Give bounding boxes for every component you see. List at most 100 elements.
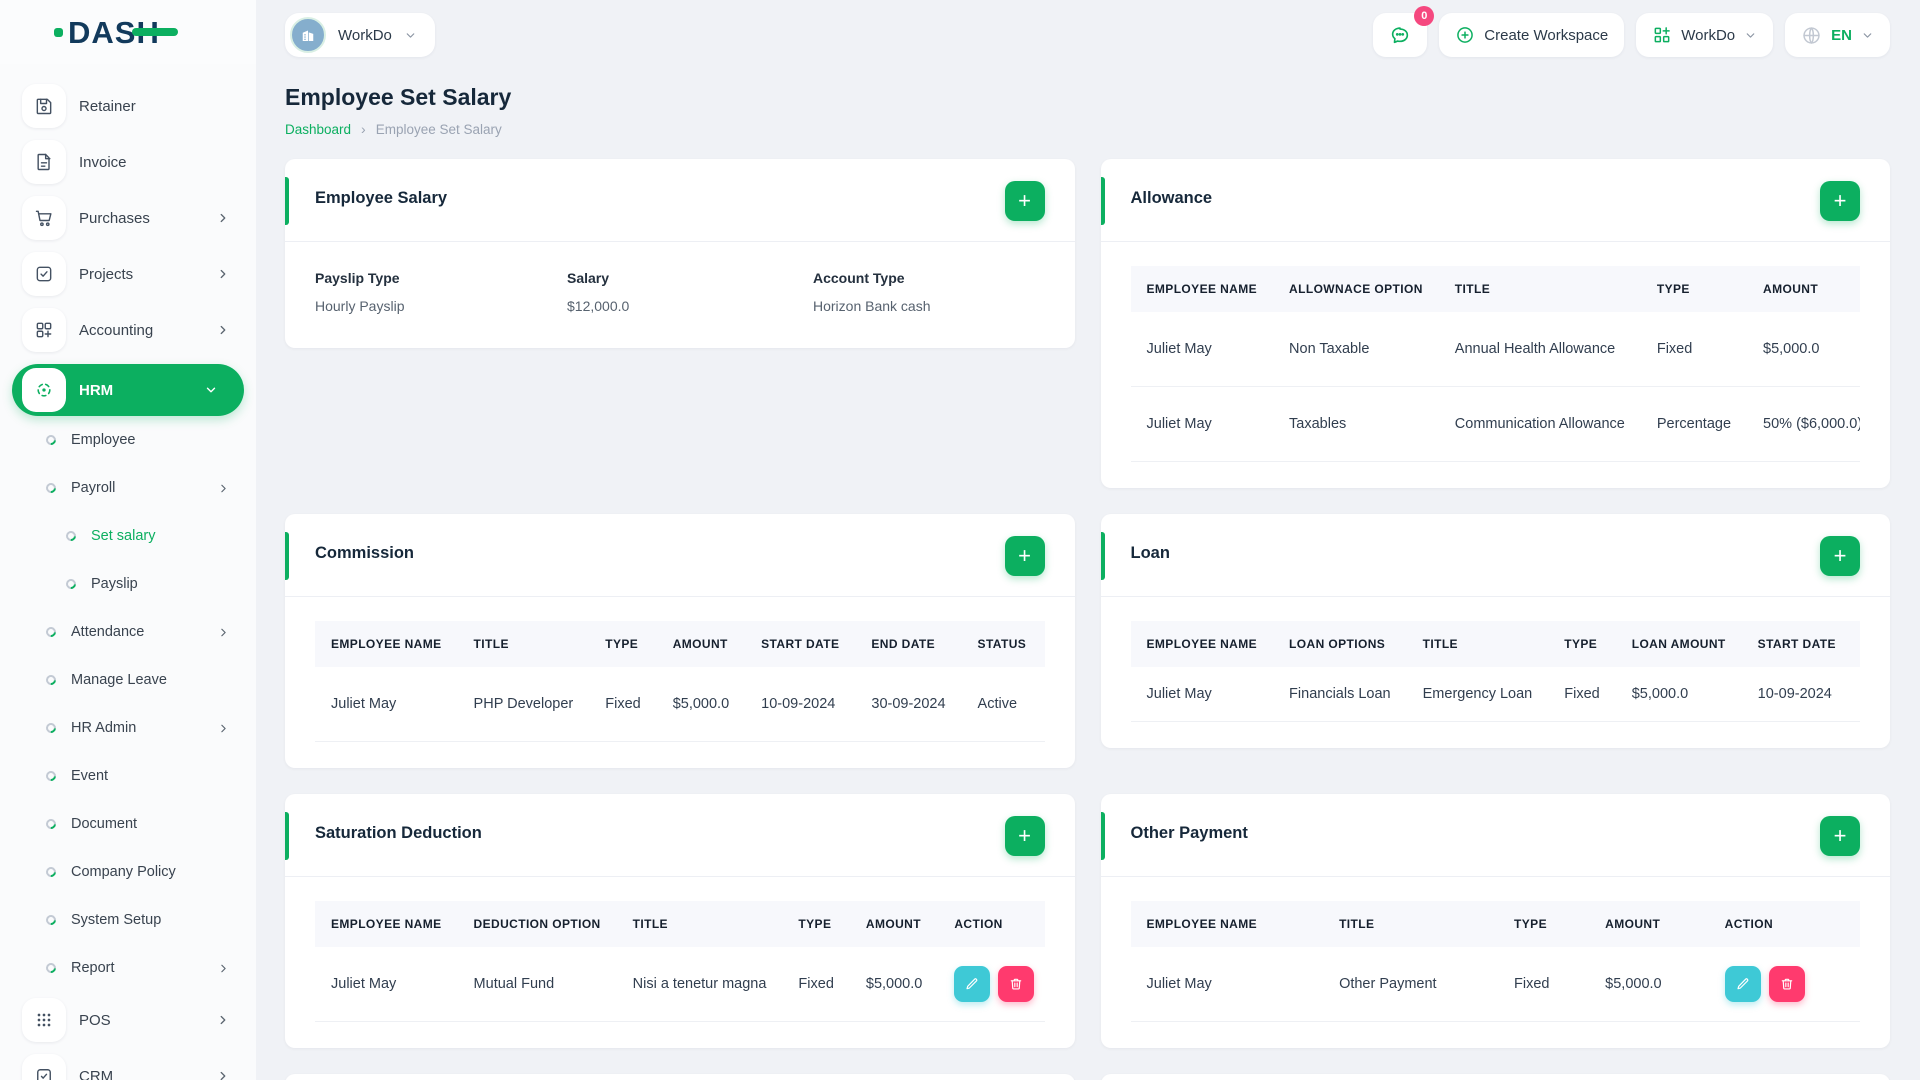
table-cell: Annual Health Allowance — [1438, 312, 1641, 387]
sidebar-item-crm[interactable]: CRM — [0, 1054, 256, 1080]
sidebar-item-set-salary[interactable]: Set salary — [0, 512, 256, 560]
table-cell: Juliet May — [1130, 312, 1274, 387]
allowance-table: Employee Name Allownace Option Title Type Am… — [1130, 266, 1860, 462]
sidebar-item-attendance[interactable]: Attendance — [0, 608, 256, 656]
sidebar-item-label: Purchases — [79, 209, 150, 227]
sidebar-item-label: CRM — [79, 1067, 114, 1080]
loan-table: Employee Name Loan Options Title Type Loan A… — [1130, 621, 1860, 722]
sidebar-item-projects[interactable]: Projects — [0, 252, 256, 296]
saturation-deduction-table: Employee Name Deduction Option Title Type Am… — [315, 901, 1045, 1022]
workdo-apps-button[interactable]: WorkDo — [1636, 13, 1774, 57]
column-header: Start Date — [1757, 637, 1836, 651]
column-header: Status — [977, 637, 1027, 651]
breadcrumb-dashboard-link[interactable]: Dashboard — [285, 122, 351, 137]
table-cell: Mutual Fund — [457, 947, 617, 1022]
column-header: Start Date — [761, 637, 840, 651]
column-header: Allownace Option — [1289, 282, 1423, 296]
card-title: Allowance — [1130, 189, 1213, 207]
sidebar-item-label: Set salary — [91, 528, 156, 544]
messages-button[interactable]: 0 — [1373, 6, 1435, 57]
loan-card: Loan + Employee Name Loan Options Title Typ… — [1100, 514, 1890, 748]
delete-button[interactable] — [1768, 966, 1805, 1002]
edit-button[interactable] — [1724, 966, 1761, 1002]
add-loan-button[interactable]: + — [1820, 536, 1860, 576]
add-saturation-deduction-button[interactable]: + — [1004, 816, 1045, 856]
sidebar-item-purchases[interactable]: Purchases — [0, 196, 256, 240]
column-header: Type — [1514, 917, 1547, 931]
brand-logo-mark: DASH — [54, 17, 178, 48]
card-header: Saturation Deduction + — [285, 794, 1075, 877]
add-allowance-button[interactable]: + — [1820, 181, 1860, 221]
table-cell: Fixed — [1640, 312, 1748, 387]
sidebar-item-label: Document — [71, 816, 138, 832]
table-cell: Juliet May — [315, 667, 458, 742]
table-cell: Juliet May — [1130, 386, 1274, 462]
field-value: Hourly Payslip — [315, 298, 405, 314]
sidebar-item-system-setup[interactable]: System Setup — [0, 896, 256, 944]
chevron-down-icon — [404, 29, 417, 42]
table-cell: Non Taxable — [1273, 312, 1439, 387]
sidebar-item-label: Accounting — [79, 321, 154, 339]
sidebar-item-invoice[interactable]: Invoice — [0, 140, 256, 184]
sidebar-item-label: HR Admin — [71, 720, 137, 736]
table-cell: 10-09-2024 — [1741, 667, 1852, 722]
sidebar-item-hrm[interactable]: HRM — [12, 364, 244, 416]
edit-button[interactable] — [954, 966, 991, 1002]
sidebar-item-hr-admin[interactable]: HR Admin — [0, 704, 256, 752]
card-header: Loan + — [1100, 514, 1890, 597]
card-header: Commission + — [285, 514, 1075, 597]
sidebar-item-manage-leave[interactable]: Manage Leave — [0, 656, 256, 704]
grid-plus-icon — [22, 308, 66, 352]
add-employee-salary-button[interactable]: + — [1004, 181, 1045, 221]
table-cell: Financials Loan — [1273, 667, 1407, 722]
create-workspace-button[interactable]: Create Workspace — [1439, 13, 1625, 57]
add-other-payment-button[interactable]: + — [1820, 816, 1860, 856]
table-cell: Other Payment — [1323, 947, 1499, 1022]
sidebar-item-payroll[interactable]: Payroll — [0, 464, 256, 512]
sidebar-item-company-policy[interactable]: Company Policy — [0, 848, 256, 896]
column-header: Employee Name — [1146, 917, 1258, 931]
brand-logo[interactable]: DASH — [0, 0, 256, 64]
bullet-icon — [43, 864, 59, 880]
column-header: Amount — [865, 917, 921, 931]
column-header: Action — [954, 917, 1003, 931]
sidebar-item-label: Projects — [79, 265, 134, 283]
employee-salary-card: Employee Salary + Payslip Type Hourly Pa… — [285, 159, 1075, 348]
bullet-icon — [43, 480, 59, 496]
other-payment-table: Employee Name Title Type Amount Action Juliet… — [1130, 901, 1860, 1022]
column-header: Loan Amount — [1631, 637, 1726, 651]
workspace-switcher[interactable]: WorkDo — [285, 13, 435, 57]
chevron-right-icon — [216, 267, 230, 281]
sidebar-item-label: Employee — [71, 432, 136, 448]
sidebar-item-payslip[interactable]: Payslip — [0, 560, 256, 608]
topbar: WorkDo 0 Create Workspace WorkDo EN — [285, 0, 1890, 64]
card-header: Employee Salary + — [285, 159, 1075, 242]
sidebar-item-retainer[interactable]: Retainer — [0, 84, 256, 128]
card-header: Allowance + — [1100, 159, 1890, 242]
apps-grid-icon — [1652, 25, 1672, 45]
chevron-right-icon — [216, 323, 230, 337]
sidebar-item-employee[interactable]: Employee — [0, 416, 256, 464]
messages-badge: 0 — [1414, 6, 1435, 26]
sidebar-item-document[interactable]: Document — [0, 800, 256, 848]
sidebar-item-report[interactable]: Report — [0, 944, 256, 992]
sidebar-item-label: Event — [71, 768, 109, 784]
sidebar-item-accounting[interactable]: Accounting — [0, 308, 256, 352]
saturation-deduction-card: Saturation Deduction + Employee Name Dedu… — [285, 794, 1075, 1048]
language-selector[interactable]: EN — [1785, 13, 1890, 57]
chevron-right-icon — [217, 482, 230, 495]
column-header: Type — [1656, 282, 1690, 296]
delete-button[interactable] — [998, 966, 1035, 1002]
table-cell: Fixed — [589, 667, 657, 742]
card-title: Commission — [315, 544, 415, 562]
add-commission-button[interactable]: + — [1004, 536, 1045, 576]
column-header: Title — [1422, 637, 1458, 651]
column-header: Employee Name — [331, 917, 442, 931]
chevron-right-icon — [217, 722, 230, 735]
action-cell — [1708, 947, 1860, 1022]
sidebar-item-pos[interactable]: POS — [0, 998, 256, 1042]
sidebar-item-event[interactable]: Event — [0, 752, 256, 800]
bullet-icon — [43, 624, 59, 640]
card-title: Loan — [1130, 544, 1170, 562]
cards-grid: Employee Salary + Payslip Type Hourly Pa… — [285, 159, 1890, 1080]
